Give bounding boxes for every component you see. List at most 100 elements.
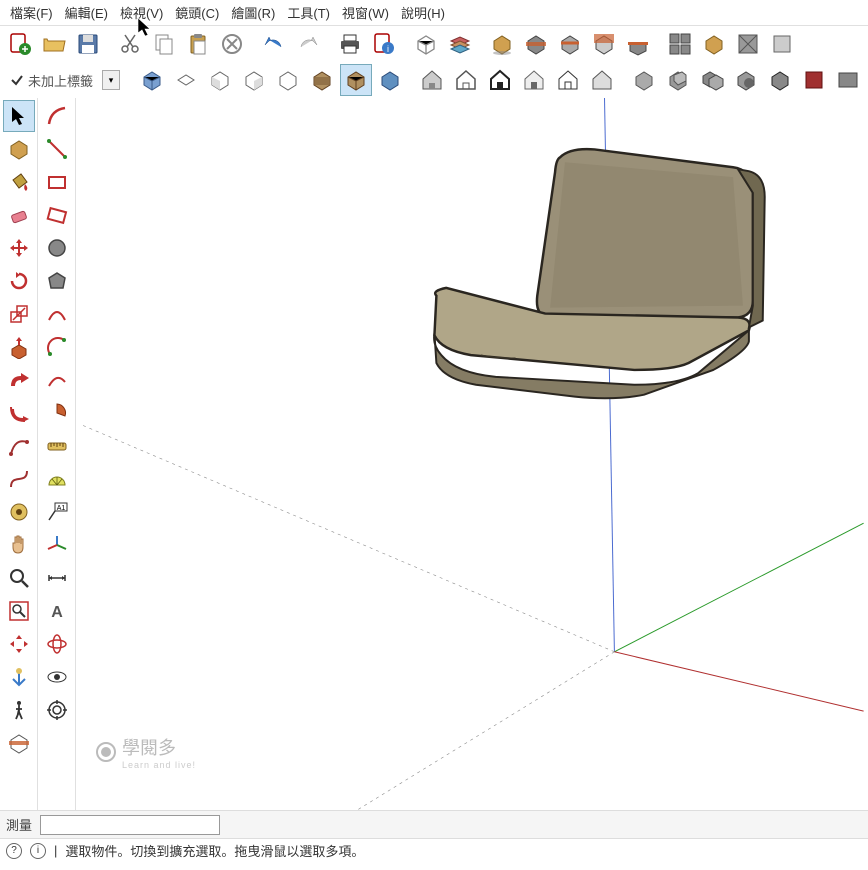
section-plane-tool[interactable] [3,727,35,759]
section-2-button[interactable] [554,28,586,60]
lookaround-tool[interactable] [41,661,73,693]
house-6-button[interactable] [586,64,618,96]
tape-measure-tool[interactable] [41,430,73,462]
zoom-extents-tool[interactable] [3,628,35,660]
menu-camera[interactable]: 鏡頭(C) [169,0,225,25]
orbit-tool[interactable] [41,628,73,660]
undo-button[interactable] [258,28,290,60]
component-4-button[interactable] [766,28,798,60]
delete-button[interactable] [216,28,248,60]
circle-tool[interactable] [41,232,73,264]
rotate-tool[interactable] [3,265,35,297]
house-4-button[interactable] [518,64,550,96]
check-icon [10,73,24,87]
menu-draw[interactable]: 繪圖(R) [225,0,281,25]
component-1-button[interactable] [664,28,696,60]
followme-tool[interactable] [3,364,35,396]
solid-6-button[interactable] [798,64,830,96]
house-2-button[interactable] [450,64,482,96]
view-front-button[interactable] [204,64,236,96]
dropdown-arrow-icon[interactable]: ▾ [102,70,120,90]
paint-bucket-tool[interactable] [3,166,35,198]
text-label-tool[interactable]: A1 [41,496,73,528]
status-help-icon[interactable]: ? [6,843,22,859]
menu-view[interactable]: 檢視(V) [114,0,169,25]
extension-1-button[interactable] [410,28,442,60]
axes-tool[interactable] [41,529,73,561]
section-3-button[interactable] [588,28,620,60]
style-textured-button[interactable] [374,64,406,96]
zoom-window-tool[interactable] [3,595,35,627]
component-2-button[interactable] [698,28,730,60]
curviloft-tool[interactable] [3,430,35,462]
position-camera-tool[interactable] [3,661,35,693]
layers-button[interactable] [444,28,476,60]
hand-tool[interactable] [3,529,35,561]
copy-button[interactable] [148,28,180,60]
freehand-tool[interactable] [41,133,73,165]
house-3-button[interactable] [484,64,516,96]
house-1-button[interactable] [416,64,448,96]
section-1-button[interactable] [520,28,552,60]
style-hidden-button[interactable] [306,64,338,96]
solid-4-button[interactable] [730,64,762,96]
new-file-button[interactable] [4,28,36,60]
solid-2-button[interactable] [662,64,694,96]
solid-7-button[interactable] [832,64,864,96]
3pt-arc-tool[interactable] [41,364,73,396]
offset-tool[interactable] [3,397,35,429]
solid-1-button[interactable] [628,64,660,96]
style-shaded-button[interactable] [340,64,372,96]
scale-tool[interactable] [3,298,35,330]
polygon-tool[interactable] [41,265,73,297]
view-top-button[interactable] [170,64,202,96]
make-component-tool[interactable] [3,133,35,165]
view-iso-button[interactable] [136,64,168,96]
print-button[interactable] [334,28,366,60]
line-tool[interactable] [41,100,73,132]
menu-tools[interactable]: 工具(T) [281,0,336,25]
menu-file[interactable]: 檔案(F) [4,0,59,25]
viewport-3d[interactable]: 學閱多 Learn and live! [76,98,868,810]
view-right-button[interactable] [238,64,270,96]
redo-button[interactable] [292,28,324,60]
model-info-button[interactable]: i [368,28,400,60]
section-4-button[interactable] [622,28,654,60]
target-tool[interactable] [41,694,73,726]
3d-text-tool[interactable]: A [41,595,73,627]
scene-svg [76,98,868,810]
shadow-button[interactable] [486,28,518,60]
cut-button[interactable] [114,28,146,60]
menu-edit[interactable]: 編輯(E) [59,0,114,25]
tag-dropdown[interactable]: 未加上標籤 ▾ [4,70,126,90]
bezier-tool[interactable] [3,463,35,495]
open-file-button[interactable] [38,28,70,60]
arc-tool[interactable] [41,298,73,330]
solid-5-button[interactable] [764,64,796,96]
component-3-button[interactable] [732,28,764,60]
move-tool[interactable] [3,232,35,264]
fredo-tool[interactable] [3,496,35,528]
eraser-tool[interactable] [3,199,35,231]
save-file-button[interactable] [72,28,104,60]
status-text: 選取物件。切換到擴充選取。拖曳滑鼠以選取多項。 [65,841,364,860]
rectangle-tool[interactable] [41,166,73,198]
dimension-tool[interactable] [41,562,73,594]
zoom-tool[interactable] [3,562,35,594]
menu-help[interactable]: 說明(H) [395,0,451,25]
status-info-icon[interactable]: i [30,843,46,859]
rotated-rect-tool[interactable] [41,199,73,231]
house-5-button[interactable] [552,64,584,96]
solid-3-button[interactable] [696,64,728,96]
select-tool[interactable] [3,100,35,132]
2pt-arc-tool[interactable] [41,331,73,363]
pie-tool[interactable] [41,397,73,429]
view-back-button[interactable] [272,64,304,96]
paste-button[interactable] [182,28,214,60]
svg-text:A1: A1 [56,505,65,512]
menu-window[interactable]: 視窗(W) [336,0,395,25]
pushpull-tool[interactable] [3,331,35,363]
walk-tool[interactable] [3,694,35,726]
measurement-input[interactable] [40,815,220,835]
protractor-tool[interactable] [41,463,73,495]
